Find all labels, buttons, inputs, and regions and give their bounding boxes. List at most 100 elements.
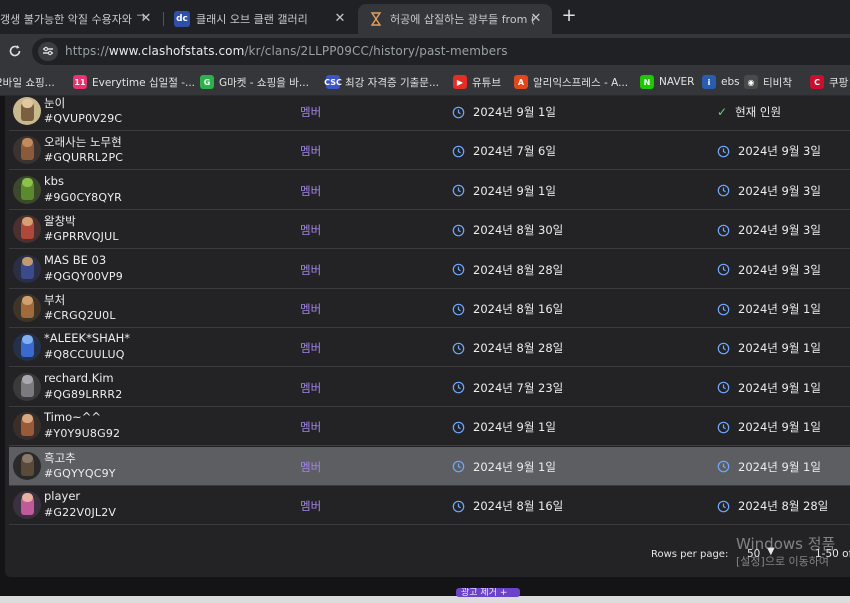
left-date-text: 2024년 9월 1일 <box>738 302 821 316</box>
table-row[interactable]: 부처 #CRGQ2U0L 멤버 2024년 8월 16일 2024년 9월 1일 <box>9 289 850 328</box>
bookmark-item[interactable]: A 알리익스프레스 - A... <box>514 74 628 90</box>
member-tag: #Y0Y9U8G92 <box>44 427 121 441</box>
member-name[interactable]: *ALEEK*SHAH* <box>44 331 130 345</box>
table-row[interactable]: *ALEEK*SHAH* #Q8CCUULUQ 멤버 2024년 8월 28일 2024… <box>9 328 850 368</box>
avatar <box>13 254 41 283</box>
reload-icon[interactable] <box>6 42 24 60</box>
table-row[interactable]: Timo~^^ #Y0Y9U8G92 멤버 2024년 9월 1일 2024년 9월 1… <box>9 407 850 447</box>
table-row[interactable]: 오래사는 노무현 #GQURRL2PC 멤버 2024년 7월 6일 2024년 9월 … <box>9 131 850 171</box>
bottom-strip <box>0 596 850 603</box>
table-row[interactable]: player #G22V0JL2V 멤버 2024년 8월 16일 2024년 8월 2… <box>9 486 850 525</box>
bookmark-item[interactable]: C 쿠팡! <box>810 74 850 90</box>
table-row[interactable]: MAS BE 03 #QGQY00VP9 멤버 2024년 8월 28일 2024년 9… <box>9 250 850 289</box>
joined-date: 2024년 9월 1일 <box>452 183 556 199</box>
bookmark-item[interactable]: ◉ 티비착 <box>744 74 792 90</box>
left-date-text: 2024년 9월 3일 <box>738 262 821 277</box>
joined-date-text: 2024년 8월 28일 <box>473 262 564 277</box>
url-prefix: https:// <box>65 44 109 58</box>
member-name[interactable]: 부처 <box>44 292 65 308</box>
clock-icon <box>717 263 730 276</box>
clock-icon <box>717 500 730 513</box>
avatar <box>13 97 41 125</box>
new-tab-button[interactable]: + <box>560 7 578 25</box>
table-row[interactable]: 왈창박 #GPRRVQJUL 멤버 2024년 8월 30일 2024년 9월 3일 <box>9 210 850 250</box>
bookmark-item[interactable]: CSC 최강 자격증 기출문... <box>324 74 439 90</box>
left-date-text: 2024년 9월 1일 <box>738 459 821 474</box>
clock-icon <box>452 106 465 119</box>
member-name[interactable]: MAS BE 03 <box>44 253 106 267</box>
avatar <box>13 412 41 441</box>
member-tag: #GQURRL2PC <box>44 151 124 165</box>
bookmark-label: 알리익스프레스 - A... <box>533 76 629 89</box>
past-members-table: 눈이 #QVUP0V29C 멤버 2024년 9월 1일 ✓ 현재 인원 오래사는 노무현 #… <box>5 96 850 577</box>
table-row[interactable]: kbs #9G0CY8QYR 멤버 2024년 9월 1일 2024년 9월 3일 <box>9 171 850 210</box>
member-name[interactable]: 눈이 <box>44 96 65 111</box>
left-date-text: 2024년 9월 1일 <box>738 380 821 395</box>
member-role: 멤버 <box>300 459 322 474</box>
joined-date-text: 2024년 9월 1일 <box>473 420 556 435</box>
left-date: 2024년 8월 28일 <box>717 498 828 514</box>
dcinside-icon: dc <box>174 11 190 27</box>
bookmark-item[interactable]: G G마켓 - 쇼핑을 바... <box>200 74 309 90</box>
joined-date: 2024년 8월 28일 <box>452 262 563 278</box>
bookmark-item[interactable]: 11 Everytime 십일절 -... <box>73 74 195 90</box>
joined-date: 2024년 7월 23일 <box>452 380 563 396</box>
tab-1[interactable]: 갱생 불가능한 악질 수용자와 ᄀ ✕ <box>0 4 162 34</box>
left-date: 2024년 9월 3일 <box>717 262 821 278</box>
tab-3-active[interactable]: 허공에 삽질하는 광부들 from ( ✕ <box>358 4 552 34</box>
bookmark-item[interactable]: ▶ 유튜브 <box>453 74 501 90</box>
member-tag: #QG89LRRR2 <box>44 387 123 401</box>
bookmark-label: G마켓 - 쇼핑을 바... <box>219 76 309 89</box>
tab-2-label: 클래시 오브 클랜 갤러리 <box>196 13 308 26</box>
joined-date: 2024년 9월 1일 <box>452 419 556 435</box>
bookmark-item[interactable]: N NAVER <box>640 74 694 90</box>
left-date-text: 2024년 9월 1일 <box>738 341 821 356</box>
remove-ads-button[interactable]: 광고 제거 + <box>456 588 520 597</box>
tab-2[interactable]: dc 클래시 오브 클랜 갤러리 ✕ <box>164 4 356 34</box>
url-text[interactable]: https://www.clashofstats.com/kr/clans/2L… <box>65 44 508 58</box>
site-info-icon[interactable] <box>38 42 58 61</box>
left-date: 2024년 9월 3일 <box>717 143 821 159</box>
close-icon[interactable]: ✕ <box>138 11 154 27</box>
member-name[interactable]: 오래사는 노무현 <box>44 134 122 150</box>
close-icon[interactable]: ✕ <box>528 11 544 27</box>
clock-icon <box>717 303 730 316</box>
left-date-text: 현재 인원 <box>735 105 782 119</box>
avatar <box>13 136 41 165</box>
clock-icon <box>452 224 465 237</box>
joined-date: 2024년 9월 1일 <box>452 459 556 475</box>
member-name[interactable]: player <box>44 489 80 503</box>
member-tag: #QGQY00VP9 <box>44 269 123 283</box>
member-name[interactable]: rechard.Kim <box>44 371 114 385</box>
member-role: 멤버 <box>300 183 322 198</box>
member-name[interactable]: Timo~^^ <box>44 410 101 424</box>
clock-icon <box>717 342 730 355</box>
table-row[interactable]: rechard.Kim #QG89LRRR2 멤버 2024년 7월 23일 2024년… <box>9 368 850 407</box>
member-name[interactable]: 흑고추 <box>44 450 76 466</box>
member-name[interactable]: kbs <box>44 174 64 188</box>
address-bar[interactable]: https://www.clashofstats.com/kr/clans/2L… <box>32 38 850 65</box>
clock-icon <box>717 224 730 237</box>
member-tag: #QVUP0V29C <box>44 112 123 125</box>
member-role: 멤버 <box>300 144 322 159</box>
table-row[interactable]: 눈이 #QVUP0V29C 멤버 2024년 9월 1일 ✓ 현재 인원 <box>9 96 850 131</box>
joined-date: 2024년 9월 1일 <box>452 104 556 120</box>
member-tag: #9G0CY8QYR <box>44 190 122 204</box>
bookmark-item[interactable]: i ebs <box>702 74 740 90</box>
bookmark-label: NAVER <box>659 76 695 88</box>
joined-date-text: 2024년 9월 1일 <box>473 183 556 198</box>
avatar <box>13 451 41 480</box>
close-icon[interactable]: ✕ <box>332 11 348 27</box>
windows-activation-hint: [설정]으로 이동하여 <box>736 555 830 568</box>
table-row[interactable]: 흑고추 #GQYYQC9Y 멤버 2024년 9월 1일 2024년 9월 1일 <box>9 446 850 486</box>
bookmark-item[interactable]: 2바일 쇼핑... <box>0 74 55 90</box>
clock-icon <box>717 421 730 434</box>
joined-date-text: 2024년 8월 16일 <box>473 302 564 316</box>
clock-icon <box>717 460 730 473</box>
joined-date-text: 2024년 7월 6일 <box>473 144 556 159</box>
clock-icon <box>452 421 465 434</box>
clock-icon <box>452 145 465 158</box>
url-path: /kr/clans/2LLPP09CC/history/past-members <box>244 44 508 58</box>
left-date: 2024년 9월 3일 <box>717 183 821 199</box>
member-name[interactable]: 왈창박 <box>44 213 76 229</box>
